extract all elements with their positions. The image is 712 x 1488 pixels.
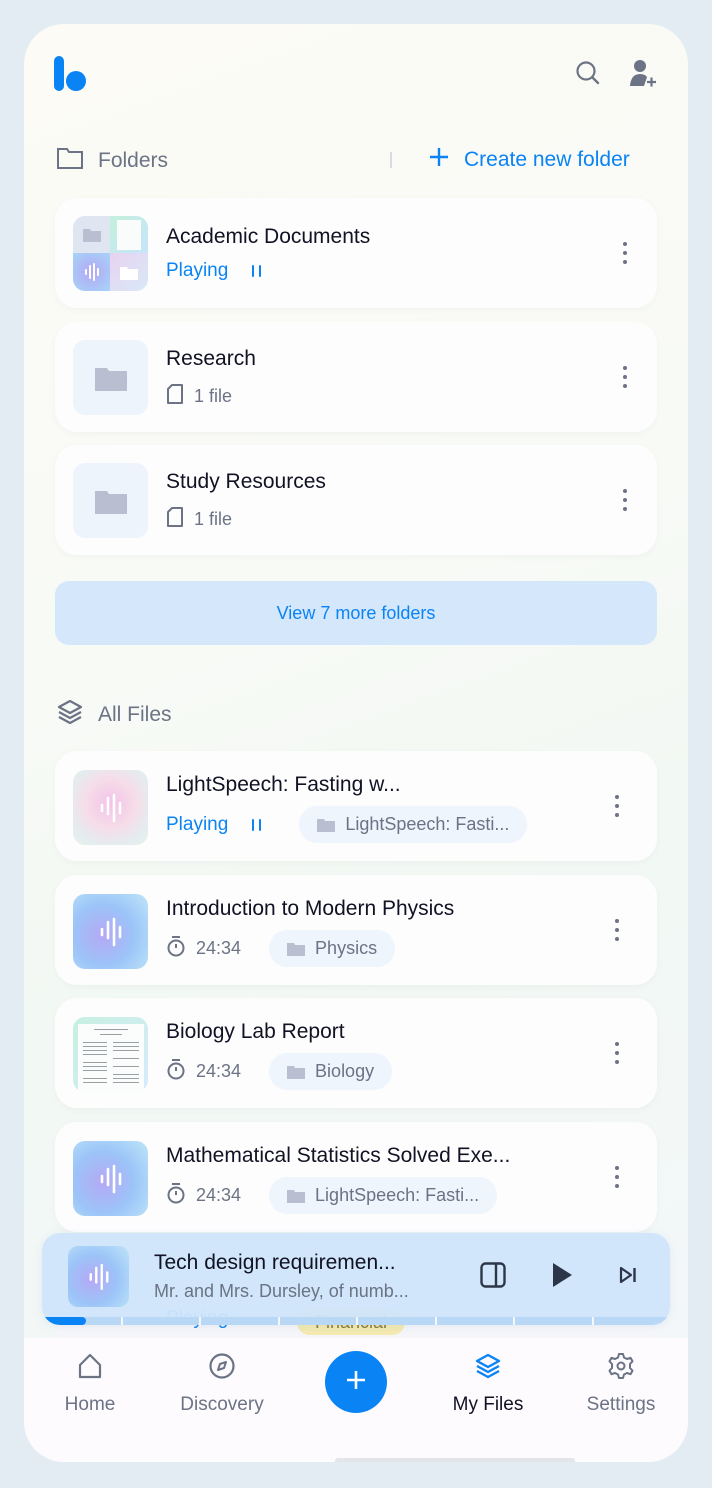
folder-chip[interactable]: Biology bbox=[269, 1053, 393, 1090]
create-folder-label: Create new folder bbox=[464, 148, 630, 171]
gear-icon bbox=[607, 1352, 635, 1386]
player-thumbnail bbox=[68, 1246, 129, 1307]
more-options-icon[interactable] bbox=[607, 1162, 627, 1192]
bottom-navigation: Home Discovery My Files Settings bbox=[24, 1338, 688, 1462]
file-title: LightSpeech: Fasting w... bbox=[166, 773, 401, 796]
folder-chip[interactable]: LightSpeech: Fasti... bbox=[269, 1177, 498, 1214]
more-options-icon[interactable] bbox=[607, 1038, 627, 1068]
more-options-icon[interactable] bbox=[615, 362, 635, 392]
nav-home[interactable]: Home bbox=[35, 1352, 145, 1416]
folder-outline-icon bbox=[56, 146, 84, 176]
folder-name: Study Resources bbox=[166, 470, 326, 493]
more-options-icon[interactable] bbox=[607, 791, 627, 821]
folder-icon bbox=[73, 340, 148, 415]
view-more-folders-button[interactable]: View 7 more folders bbox=[55, 581, 657, 645]
playing-label: Playing bbox=[166, 813, 229, 835]
playback-progress-fill bbox=[42, 1317, 86, 1325]
progress-segment-divider bbox=[356, 1317, 358, 1325]
progress-segment-divider bbox=[513, 1317, 515, 1325]
folder-chip[interactable]: Physics bbox=[269, 930, 396, 967]
progress-segment-divider bbox=[277, 1317, 280, 1325]
file-card[interactable]: Biology Lab Report 24:34 Biology bbox=[55, 998, 657, 1108]
file-meta: Playing LightSpeech: Fasti... bbox=[166, 806, 528, 843]
more-options-icon[interactable] bbox=[615, 485, 635, 515]
file-meta: 24:34 Physics bbox=[166, 930, 396, 967]
pause-icon[interactable] bbox=[252, 818, 262, 831]
plus-icon bbox=[345, 1369, 367, 1396]
folder-icon bbox=[73, 463, 148, 538]
progress-segment-divider bbox=[120, 1317, 123, 1325]
audio-thumbnail bbox=[73, 770, 148, 845]
all-files-header: All Files bbox=[56, 698, 172, 732]
all-files-title: All Files bbox=[98, 703, 172, 726]
folder-chip[interactable]: LightSpeech: Fasti... bbox=[299, 806, 528, 843]
folder-file-count: 1 file bbox=[166, 384, 232, 409]
add-user-icon[interactable] bbox=[627, 58, 657, 88]
file-duration: 24:34 bbox=[196, 1061, 242, 1081]
compass-icon bbox=[208, 1352, 236, 1386]
folder-status: Playing bbox=[166, 260, 262, 282]
file-card[interactable]: Mathematical Statistics Solved Exe... 24… bbox=[55, 1122, 657, 1232]
layers-icon bbox=[56, 698, 84, 732]
file-meta: 24:34 Biology bbox=[166, 1053, 393, 1090]
file-meta: 24:34 LightSpeech: Fasti... bbox=[166, 1177, 498, 1214]
file-card[interactable]: Introduction to Modern Physics 24:34 Phy… bbox=[55, 875, 657, 985]
nav-discovery[interactable]: Discovery bbox=[167, 1352, 277, 1416]
file-icon bbox=[166, 507, 184, 532]
pause-icon[interactable] bbox=[252, 265, 262, 277]
add-button[interactable] bbox=[325, 1351, 387, 1413]
skip-next-icon[interactable] bbox=[615, 1262, 641, 1288]
layers-icon bbox=[474, 1352, 502, 1386]
folder-name: Research bbox=[166, 347, 256, 370]
divider bbox=[390, 152, 392, 168]
file-title: Biology Lab Report bbox=[166, 1020, 345, 1043]
sidebar-toggle-icon[interactable] bbox=[478, 1260, 508, 1290]
audio-thumbnail bbox=[73, 1141, 148, 1216]
folder-collage-thumbnail bbox=[73, 216, 148, 291]
folder-card[interactable]: Study Resources 1 file bbox=[55, 445, 657, 555]
folder-card[interactable]: Academic Documents Playing bbox=[55, 198, 657, 308]
more-options-icon[interactable] bbox=[607, 915, 627, 945]
file-title: Mathematical Statistics Solved Exe... bbox=[166, 1144, 511, 1167]
folder-card[interactable]: Research 1 file bbox=[55, 322, 657, 432]
file-card[interactable]: LightSpeech: Fasting w... Playing LightS… bbox=[55, 751, 657, 861]
folders-header: Folders bbox=[56, 146, 168, 176]
play-icon[interactable] bbox=[547, 1260, 577, 1290]
home-icon bbox=[76, 1352, 104, 1386]
folder-name: Academic Documents bbox=[166, 225, 371, 248]
create-folder-button[interactable]: Create new folder bbox=[428, 146, 630, 174]
nav-settings[interactable]: Settings bbox=[566, 1352, 676, 1416]
timer-icon bbox=[166, 1182, 186, 1209]
mini-player[interactable]: Tech design requiremen... Mr. and Mrs. D… bbox=[42, 1233, 670, 1325]
home-indicator bbox=[335, 1458, 575, 1462]
playing-label: Playing bbox=[166, 260, 229, 281]
file-title: Introduction to Modern Physics bbox=[166, 897, 455, 920]
file-duration: 24:34 bbox=[196, 1185, 242, 1205]
player-subtitle: Mr. and Mrs. Dursley, of numb... bbox=[154, 1281, 409, 1301]
playback-progress-bar[interactable] bbox=[42, 1317, 670, 1325]
plus-icon bbox=[428, 146, 450, 174]
search-icon[interactable] bbox=[573, 58, 603, 88]
progress-segment-divider bbox=[434, 1317, 437, 1325]
audio-thumbnail bbox=[73, 894, 148, 969]
device-frame: Folders Create new folder Academic Docum… bbox=[0, 0, 712, 1488]
nav-my-files[interactable]: My Files bbox=[433, 1352, 543, 1416]
timer-icon bbox=[166, 1058, 186, 1085]
file-icon bbox=[166, 384, 184, 409]
document-thumbnail bbox=[73, 1017, 148, 1092]
timer-icon bbox=[166, 935, 186, 962]
app-logo bbox=[54, 56, 90, 92]
more-options-icon[interactable] bbox=[615, 238, 635, 268]
progress-segment-divider bbox=[199, 1317, 201, 1325]
player-title: Tech design requiremen... bbox=[154, 1251, 396, 1274]
folder-file-count: 1 file bbox=[166, 507, 232, 532]
file-duration: 24:34 bbox=[196, 938, 242, 958]
app-screen: Folders Create new folder Academic Docum… bbox=[24, 24, 688, 1462]
folders-title: Folders bbox=[98, 149, 169, 172]
progress-segment-divider bbox=[591, 1317, 594, 1325]
